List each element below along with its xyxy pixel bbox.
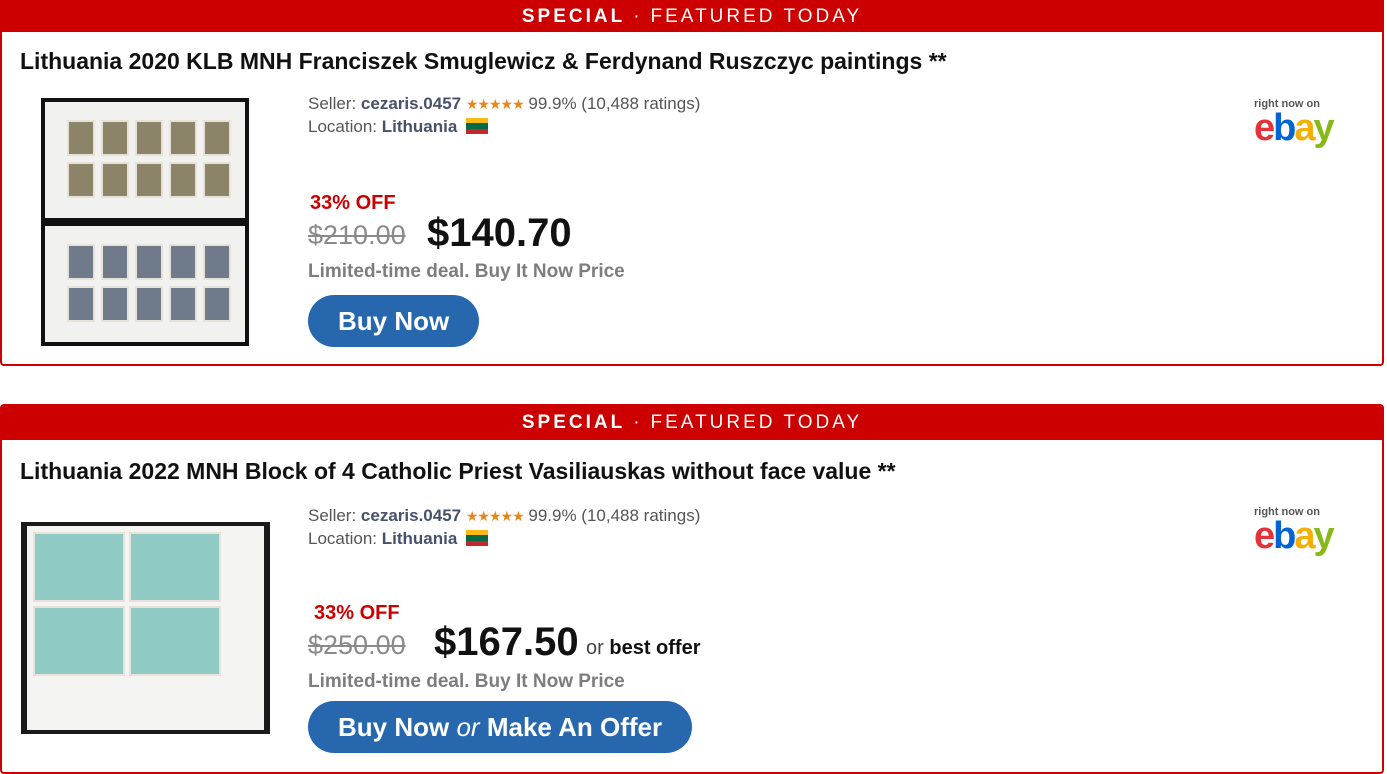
original-price: $250.00: [308, 630, 406, 660]
banner-featured: FEATURED TODAY: [650, 6, 863, 27]
location-label: Location:: [308, 529, 377, 548]
ebay-badge[interactable]: right now on ebay: [1254, 506, 1354, 557]
seller-name[interactable]: cezaris.0457: [361, 506, 461, 525]
seller-label: Seller:: [308, 506, 357, 525]
banner-separator: ·: [633, 412, 643, 433]
seller-rating: 99.9% (10,488 ratings): [528, 506, 701, 525]
original-price: $210.00: [308, 220, 406, 250]
listing-card: SPECIAL · FEATURED TODAY Lithuania 2022 MN…: [0, 404, 1384, 774]
discount-badge: 33% OFF: [310, 192, 396, 214]
location-info: Location: Lithuania: [308, 117, 489, 137]
buy-now-or-offer-button[interactable]: Buy Now or Make An Offer: [308, 701, 693, 753]
or-label: or: [586, 637, 604, 659]
buy-now-button[interactable]: Buy Now: [308, 295, 480, 347]
seller-info: Seller: cezaris.0457 ★★★★★ 99.9% (10,488…: [308, 94, 700, 114]
deal-text: Limited-time deal. Buy It Now Price: [308, 261, 625, 282]
seller-label: Seller:: [308, 94, 357, 113]
location-value: Lithuania: [381, 529, 458, 548]
listing-image[interactable]: [21, 522, 270, 734]
lithuania-flag-icon: [466, 530, 489, 546]
banner-featured: FEATURED TODAY: [650, 412, 863, 433]
seller-name[interactable]: cezaris.0457: [361, 94, 461, 113]
listing-image[interactable]: [41, 98, 249, 346]
location-value: Lithuania: [381, 117, 458, 136]
stamp-sheet-upper: [45, 102, 245, 218]
ebay-logo-icon: ebay: [1254, 515, 1335, 557]
make-offer-label: Make An Offer: [486, 712, 663, 742]
banner-special: SPECIAL: [521, 412, 626, 433]
listing-title[interactable]: Lithuania 2022 MNH Block of 4 Catholic P…: [20, 458, 896, 485]
rating-stars: ★★★★★: [465, 508, 525, 524]
stamp-sheet-lower: [45, 226, 245, 342]
ebay-badge[interactable]: right now on ebay: [1254, 98, 1354, 149]
listing-title[interactable]: Lithuania 2020 KLB MNH Franciszek Smugle…: [20, 48, 947, 75]
ebay-logo-icon: ebay: [1254, 107, 1335, 149]
featured-banner: SPECIAL · FEATURED TODAY: [2, 406, 1382, 440]
buy-now-label: Buy Now: [338, 712, 450, 742]
sale-price: $140.70: [427, 211, 572, 255]
banner-separator: ·: [633, 6, 643, 27]
location-label: Location:: [308, 117, 377, 136]
deal-text: Limited-time deal. Buy It Now Price: [308, 671, 625, 692]
seller-rating: 99.9% (10,488 ratings): [528, 94, 701, 113]
buy-now-label: Buy Now: [338, 306, 450, 336]
featured-banner: SPECIAL · FEATURED TODAY: [2, 0, 1382, 32]
best-offer-text: best offer: [609, 637, 701, 659]
stamp-block: [27, 526, 264, 730]
discount-badge: 33% OFF: [314, 602, 400, 624]
banner-special: SPECIAL: [521, 6, 626, 27]
rating-stars: ★★★★★: [465, 96, 525, 112]
seller-info: Seller: cezaris.0457 ★★★★★ 99.9% (10,488…: [308, 506, 700, 526]
sale-price: $167.50: [434, 620, 579, 664]
or-label: or: [456, 712, 480, 742]
best-offer-label: or best offer: [586, 637, 700, 660]
location-info: Location: Lithuania: [308, 529, 489, 549]
lithuania-flag-icon: [466, 118, 489, 134]
listing-card: SPECIAL · FEATURED TODAY Lithuania 2020 KL…: [0, 0, 1384, 366]
